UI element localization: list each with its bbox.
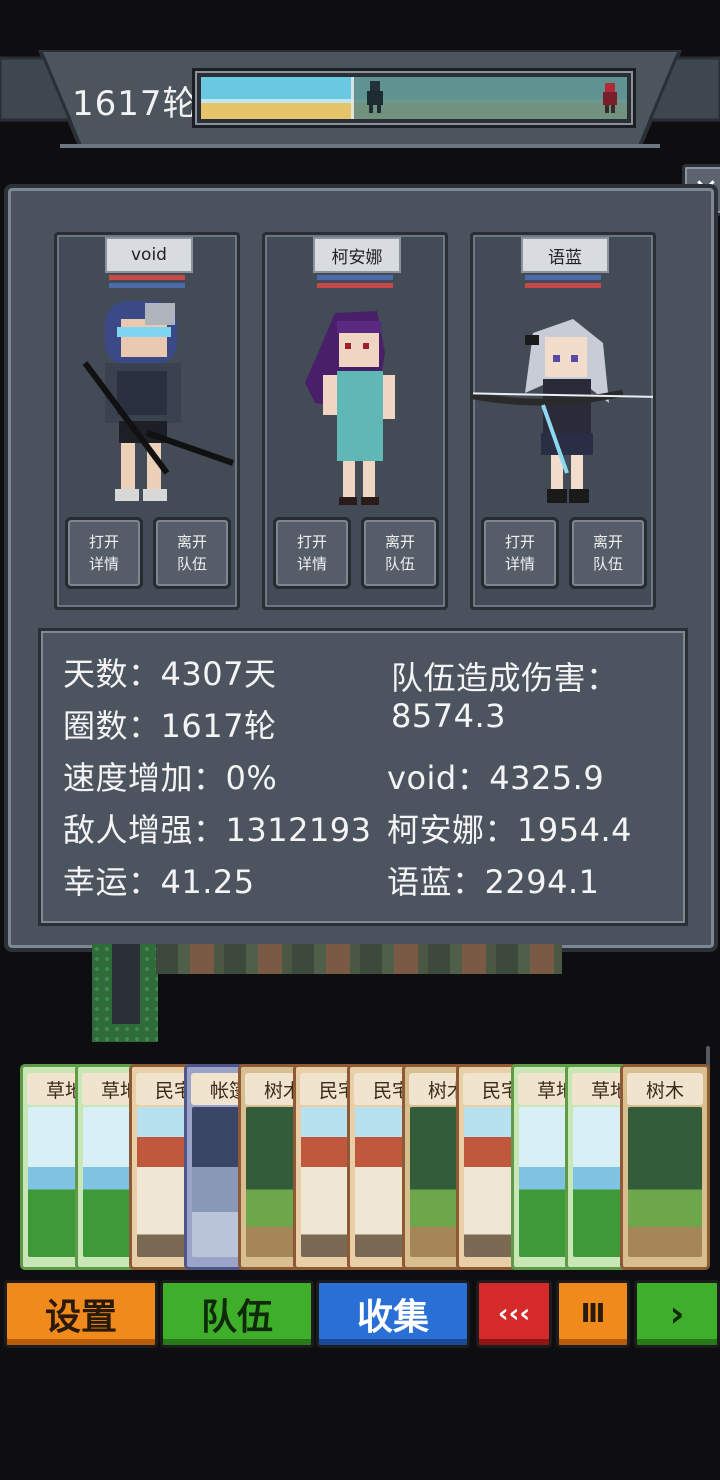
leave-team-button[interactable]: 离开 队伍 [361, 517, 439, 589]
party-slot-yulan: 语蓝 打开 详情 离开 队伍 [470, 232, 656, 610]
button-label: 详情 [88, 555, 119, 573]
round-counter: 1617轮 [72, 84, 198, 124]
map-tile-tower [92, 944, 158, 1042]
stat-speed: 速度增加：0% [63, 759, 278, 797]
progress-remaining [351, 77, 627, 119]
stat-enemy-boost: 敌人增强：1312193 [63, 811, 372, 849]
enemy-marker-icon [603, 83, 617, 113]
button-label: 队伍 [592, 555, 623, 573]
hero-marker-icon [367, 81, 383, 113]
map-road-strip [156, 944, 562, 974]
stat-laps: 圈数：1617轮 [63, 707, 277, 745]
member-bars [317, 275, 393, 291]
team-stats-box: 天数：4307天 圈数：1617轮 速度增加：0% 敌人增强：1312193 幸… [38, 628, 688, 926]
button-label: 打开 [296, 533, 327, 551]
stat-luck: 幸运：41.25 [63, 863, 255, 901]
stat-damage-yulan: 语蓝：2294.1 [387, 863, 600, 901]
leave-team-button[interactable]: 离开 队伍 [569, 517, 647, 589]
member-bars [109, 275, 185, 291]
button-label: 详情 [296, 555, 327, 573]
leave-team-button[interactable]: 离开 队伍 [153, 517, 231, 589]
open-details-button[interactable]: 打开 详情 [273, 517, 351, 589]
stat-days: 天数：4307天 [63, 655, 277, 693]
round-progress-bar [192, 68, 636, 128]
party-slot-keanna: 柯安娜 打开 详情 离开 队伍 [262, 232, 448, 610]
member-name: void [105, 237, 193, 273]
button-label: 队伍 [176, 555, 207, 573]
play-button[interactable]: › [634, 1280, 720, 1348]
member-bars [525, 275, 601, 291]
settings-button[interactable]: 设置 [4, 1280, 158, 1348]
tower-pole [112, 944, 140, 1024]
bottom-toolbar: 设置 队伍 收集 ‹‹‹ Ⅲ › [0, 1280, 720, 1348]
open-details-button[interactable]: 打开 详情 [65, 517, 143, 589]
open-details-button[interactable]: 打开 详情 [481, 517, 559, 589]
member-name: 柯安娜 [313, 237, 401, 273]
stat-damage-total: 8574.3 [391, 697, 506, 735]
button-label: 详情 [504, 555, 535, 573]
stat-damage-void: void：4325.9 [387, 759, 605, 797]
team-panel: void 打开 详情 离开 队伍 柯安娜 打开 详情 离开 队伍 语蓝 打开 详… [4, 184, 718, 952]
character-sprite-keanna [305, 311, 395, 505]
team-button[interactable]: 队伍 [160, 1280, 314, 1348]
card-label: 树木 [627, 1073, 703, 1105]
stat-damage-title: 队伍造成伤害： [391, 659, 619, 697]
card-art [628, 1107, 702, 1257]
button-label: 离开 [384, 533, 415, 551]
character-sprite-void [82, 301, 234, 501]
button-label: 打开 [88, 533, 119, 551]
button-label: 打开 [504, 533, 535, 551]
button-label: 离开 [176, 533, 207, 551]
party-slot-void: void 打开 详情 离开 队伍 [54, 232, 240, 610]
stat-damage-keanna: 柯安娜：1954.4 [387, 811, 632, 849]
button-label: 离开 [592, 533, 623, 551]
pause-button[interactable]: Ⅲ [556, 1280, 630, 1348]
character-sprite-yulan [473, 319, 653, 503]
card-tree[interactable]: 树木 [620, 1064, 710, 1270]
button-label: 队伍 [384, 555, 415, 573]
collect-button[interactable]: 收集 [316, 1280, 470, 1348]
rewind-button[interactable]: ‹‹‹ [476, 1280, 552, 1348]
member-name: 语蓝 [521, 237, 609, 273]
card-hand: 草地 草地 民宅 帐篷 树木 民宅 民宅 树木 民宅 草地 草地 树木 [20, 1064, 710, 1270]
